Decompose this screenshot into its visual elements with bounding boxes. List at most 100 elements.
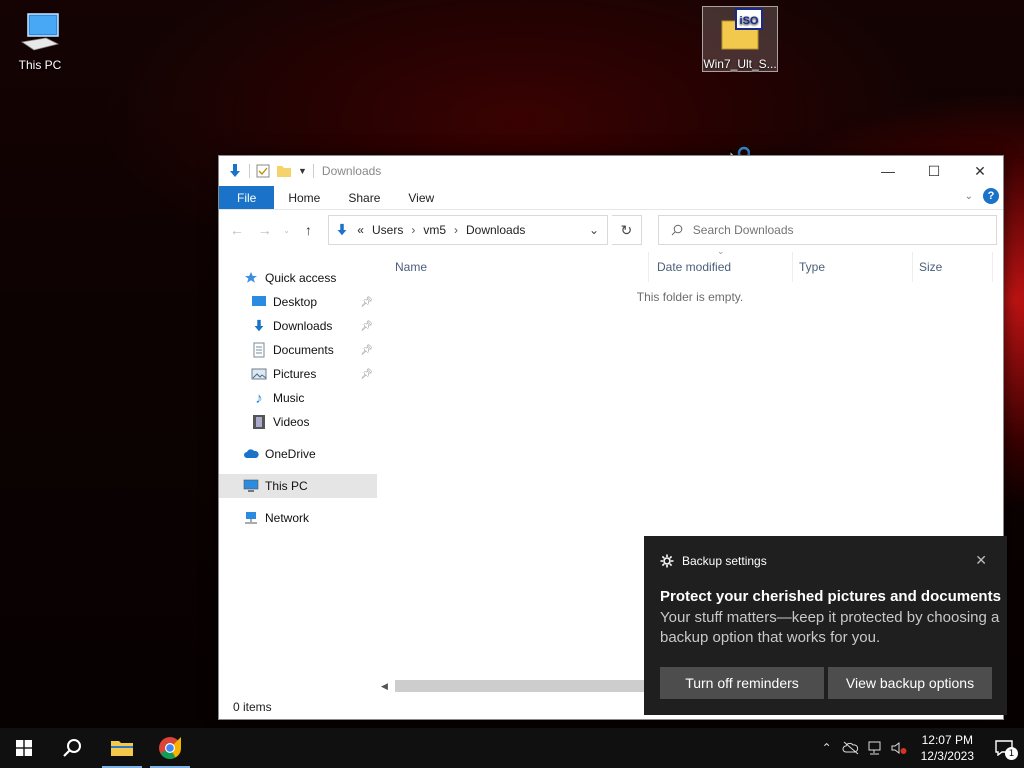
show-hidden-icons-icon[interactable]: ⌃ xyxy=(815,741,839,755)
sidebar-item-downloads[interactable]: Downloads 📌︎ xyxy=(219,314,377,338)
onedrive-offline-icon[interactable] xyxy=(839,741,863,755)
start-button[interactable] xyxy=(0,728,48,768)
pin-icon: 📌︎ xyxy=(360,296,373,308)
tab-view[interactable]: View xyxy=(394,186,448,209)
back-button[interactable]: ← xyxy=(225,218,249,242)
sidebar-item-label: OneDrive xyxy=(265,447,316,461)
toast-actions: Turn off reminders View backup options xyxy=(660,667,992,699)
computer-icon xyxy=(20,13,60,51)
breadcrumb-downloads[interactable]: Downloads xyxy=(466,223,525,237)
sidebar-item-label: Music xyxy=(273,391,305,405)
scroll-left-icon[interactable]: ◀ xyxy=(381,681,388,692)
turn-off-reminders-button[interactable]: Turn off reminders xyxy=(660,667,824,699)
computer-icon xyxy=(243,478,259,494)
breadcrumb-vm5[interactable]: vm5 xyxy=(423,223,446,237)
sidebar-item-pictures[interactable]: Pictures 📌︎ xyxy=(219,362,377,386)
sidebar-item-music[interactable]: ♪ Music xyxy=(219,386,377,410)
chevron-right-icon: › xyxy=(454,223,458,237)
tab-share[interactable]: Share xyxy=(334,186,394,209)
download-arrow-icon xyxy=(230,164,240,177)
sidebar-item-label: Quick access xyxy=(265,271,337,285)
cloud-icon xyxy=(243,446,259,462)
search-input[interactable] xyxy=(692,223,973,237)
properties-icon[interactable] xyxy=(256,164,270,178)
up-button[interactable]: ↑ xyxy=(297,218,321,242)
downloads-icon xyxy=(251,318,267,334)
horizontal-scrollbar[interactable]: ◀ xyxy=(377,679,647,693)
folder-icon xyxy=(111,741,133,756)
close-icon[interactable]: ✕ xyxy=(975,552,987,569)
pin-icon: 📌︎ xyxy=(360,320,373,332)
forward-button[interactable]: → xyxy=(253,218,277,242)
close-button[interactable]: ✕ xyxy=(957,156,1003,186)
toolbar-divider xyxy=(312,164,314,178)
notification-count-badge: 1 xyxy=(1005,747,1018,760)
taskbar-chrome[interactable] xyxy=(146,728,194,768)
taskbar-file-explorer[interactable] xyxy=(98,728,146,768)
sidebar-item-network[interactable]: Network xyxy=(219,506,377,530)
desktop-icon-iso-file[interactable]: iSO Win7_Ult_S... xyxy=(702,6,778,72)
sidebar-item-label: Documents xyxy=(273,343,334,357)
breadcrumb-users[interactable]: Users xyxy=(372,223,403,237)
title-bar[interactable]: ▼ Downloads — ☐ ✕ xyxy=(219,156,1003,186)
action-center-button[interactable]: 1 xyxy=(984,728,1024,768)
clock-time: 12:07 PM xyxy=(921,733,973,747)
sidebar-item-videos[interactable]: Videos xyxy=(219,410,377,434)
customize-toolbar-icon[interactable]: ▼ xyxy=(298,166,307,176)
tab-file[interactable]: File xyxy=(219,186,275,209)
address-dropdown-icon[interactable]: ⌄ xyxy=(589,223,599,237)
clock[interactable]: 12:07 PM 12/3/2023 xyxy=(911,732,984,764)
quick-access-toolbar: ▼ xyxy=(219,163,314,179)
sidebar-item-desktop[interactable]: Desktop 📌︎ xyxy=(219,290,377,314)
sidebar-item-documents[interactable]: Documents 📌︎ xyxy=(219,338,377,362)
network-status-icon[interactable] xyxy=(863,741,887,755)
download-arrow-icon xyxy=(337,223,347,236)
scrollbar-thumb[interactable] xyxy=(395,680,647,692)
column-header-type[interactable]: Type xyxy=(793,252,913,282)
backup-notification-toast[interactable]: Backup settings ✕ Protect your cherished… xyxy=(644,536,1007,715)
sidebar-item-label: Downloads xyxy=(273,319,333,333)
gear-icon xyxy=(660,554,674,568)
taskbar: ⌃ 12:07 PM 12/3/2023 1 xyxy=(0,728,1024,768)
column-header-size[interactable]: Size xyxy=(913,252,993,282)
star-icon xyxy=(243,270,259,286)
sort-indicator-icon: ⌄ xyxy=(717,246,725,256)
address-bar[interactable]: « Users › vm5 › Downloads ⌄ xyxy=(328,215,609,245)
desktop-icon-label: Win7_Ult_S... xyxy=(703,57,777,71)
window-controls: — ☐ ✕ xyxy=(865,156,1003,186)
new-folder-icon[interactable] xyxy=(276,164,292,178)
item-count: 0 items xyxy=(233,700,272,714)
help-icon[interactable]: ? xyxy=(983,188,999,204)
sidebar-item-label: This PC xyxy=(265,479,308,493)
toast-title: Protect your cherished pictures and docu… xyxy=(660,588,1001,605)
sidebar-item-quick-access[interactable]: Quick access xyxy=(219,266,377,290)
search-box[interactable] xyxy=(657,215,997,245)
iso-badge-text: iSO xyxy=(740,15,759,27)
view-backup-options-button[interactable]: View backup options xyxy=(828,667,992,699)
tab-home[interactable]: Home xyxy=(274,186,334,209)
window-title: Downloads xyxy=(321,164,382,178)
sidebar-item-this-pc[interactable]: This PC xyxy=(219,474,377,498)
maximize-button[interactable]: ☐ xyxy=(911,156,957,186)
clock-date: 12/3/2023 xyxy=(920,749,974,763)
sidebar-item-onedrive[interactable]: OneDrive xyxy=(219,442,377,466)
breadcrumb-overflow[interactable]: « xyxy=(357,223,364,237)
network-icon xyxy=(243,510,259,526)
desktop-icon-label: This PC xyxy=(18,58,62,72)
minimize-button[interactable]: — xyxy=(865,156,911,186)
sidebar-item-label: Desktop xyxy=(273,295,318,309)
volume-muted-icon[interactable] xyxy=(887,741,911,755)
sidebar-item-label: Pictures xyxy=(273,367,317,381)
desktop-icon xyxy=(251,294,267,310)
chrome-icon xyxy=(159,737,181,759)
expand-ribbon-icon[interactable]: ⌄ xyxy=(965,191,973,202)
pictures-icon xyxy=(251,366,267,382)
search-button[interactable] xyxy=(48,728,96,768)
desktop-icon-this-pc[interactable]: This PC xyxy=(2,8,78,72)
documents-icon xyxy=(251,342,267,358)
windows-logo-icon xyxy=(16,740,32,756)
refresh-button[interactable]: ↻ xyxy=(612,215,642,245)
system-tray: ⌃ 12:07 PM 12/3/2023 1 xyxy=(815,728,1024,768)
recent-locations-button[interactable]: ⌄ xyxy=(281,218,293,242)
column-header-name[interactable]: Name xyxy=(377,252,649,282)
